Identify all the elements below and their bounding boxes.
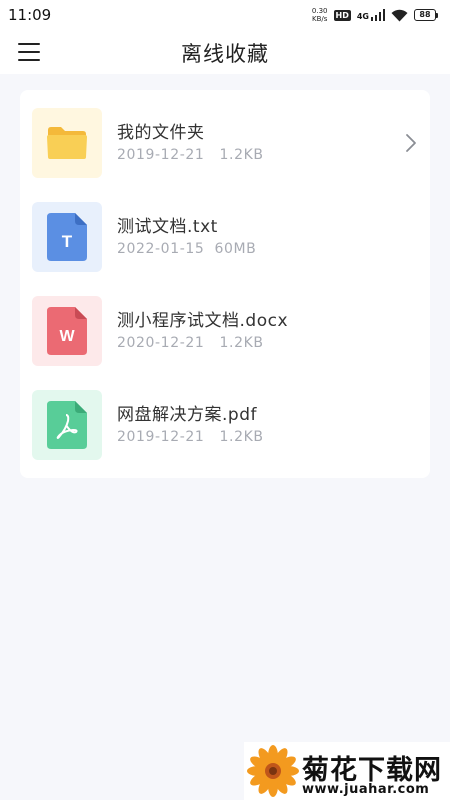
file-size: 60MB	[214, 241, 257, 257]
file-date: 2019-12-21	[117, 429, 205, 445]
file-item-folder[interactable]: 我的文件夹 2019-12-21 1.2KB	[20, 90, 430, 184]
file-meta: 2022-01-15 60MB	[117, 241, 256, 257]
network-type: 4G	[356, 12, 369, 21]
file-size: 1.2KB	[219, 429, 264, 445]
network-speed-value: 0.30	[311, 7, 328, 15]
file-date: 2022-01-15	[117, 241, 205, 257]
network-speed: 0.30 KB/s	[312, 7, 328, 23]
battery-level: 88	[414, 9, 436, 21]
status-icons: 0.30 KB/s HD 4G 88	[312, 7, 438, 23]
file-date: 2019-12-21	[117, 147, 205, 163]
folder-icon	[32, 108, 102, 178]
network-speed-unit: KB/s	[312, 15, 328, 23]
file-name: 测小程序试文档.docx	[117, 311, 289, 331]
file-date: 2020-12-21	[117, 335, 205, 351]
battery-icon: 88	[414, 9, 438, 21]
file-meta: 2019-12-21 1.2KB	[117, 147, 264, 163]
wifi-icon	[391, 9, 408, 21]
hd-icon: HD	[333, 9, 351, 21]
word-file-letter: W	[59, 328, 75, 345]
file-size: 1.2KB	[219, 335, 264, 351]
page-title: 离线收藏	[181, 42, 269, 66]
file-item-docx[interactable]: W 测小程序试文档.docx 2020-12-21 1.2KB	[20, 278, 430, 372]
chevron-right-icon[interactable]	[404, 132, 418, 154]
file-list: 我的文件夹 2019-12-21 1.2KB T 测试文档.txt 2022-0…	[20, 90, 430, 478]
signal-icon: 4G	[357, 9, 385, 21]
pdf-file-icon	[32, 390, 102, 460]
file-meta: 2020-12-21 1.2KB	[117, 335, 264, 351]
watermark: 菊花下载网 www.juahar.com	[244, 742, 450, 800]
file-name: 测试文档.txt	[117, 217, 218, 237]
file-name: 我的文件夹	[117, 123, 205, 143]
flower-logo-icon	[247, 745, 299, 797]
file-item-pdf[interactable]: 网盘解决方案.pdf 2019-12-21 1.2KB	[20, 372, 430, 466]
word-file-icon: W	[32, 296, 102, 366]
txt-file-icon: T	[32, 202, 102, 272]
file-item-txt[interactable]: T 测试文档.txt 2022-01-15 60MB	[20, 184, 430, 278]
status-time: 11:09	[8, 6, 52, 24]
file-meta: 2019-12-21 1.2KB	[117, 429, 264, 445]
status-bar: 11:09 0.30 KB/s HD 4G 88	[0, 0, 450, 30]
app-header: 离线收藏	[0, 30, 450, 74]
file-name: 网盘解决方案.pdf	[117, 405, 257, 425]
file-size: 1.2KB	[219, 147, 264, 163]
txt-file-letter: T	[62, 232, 73, 251]
watermark-url: www.juahar.com	[302, 782, 430, 797]
